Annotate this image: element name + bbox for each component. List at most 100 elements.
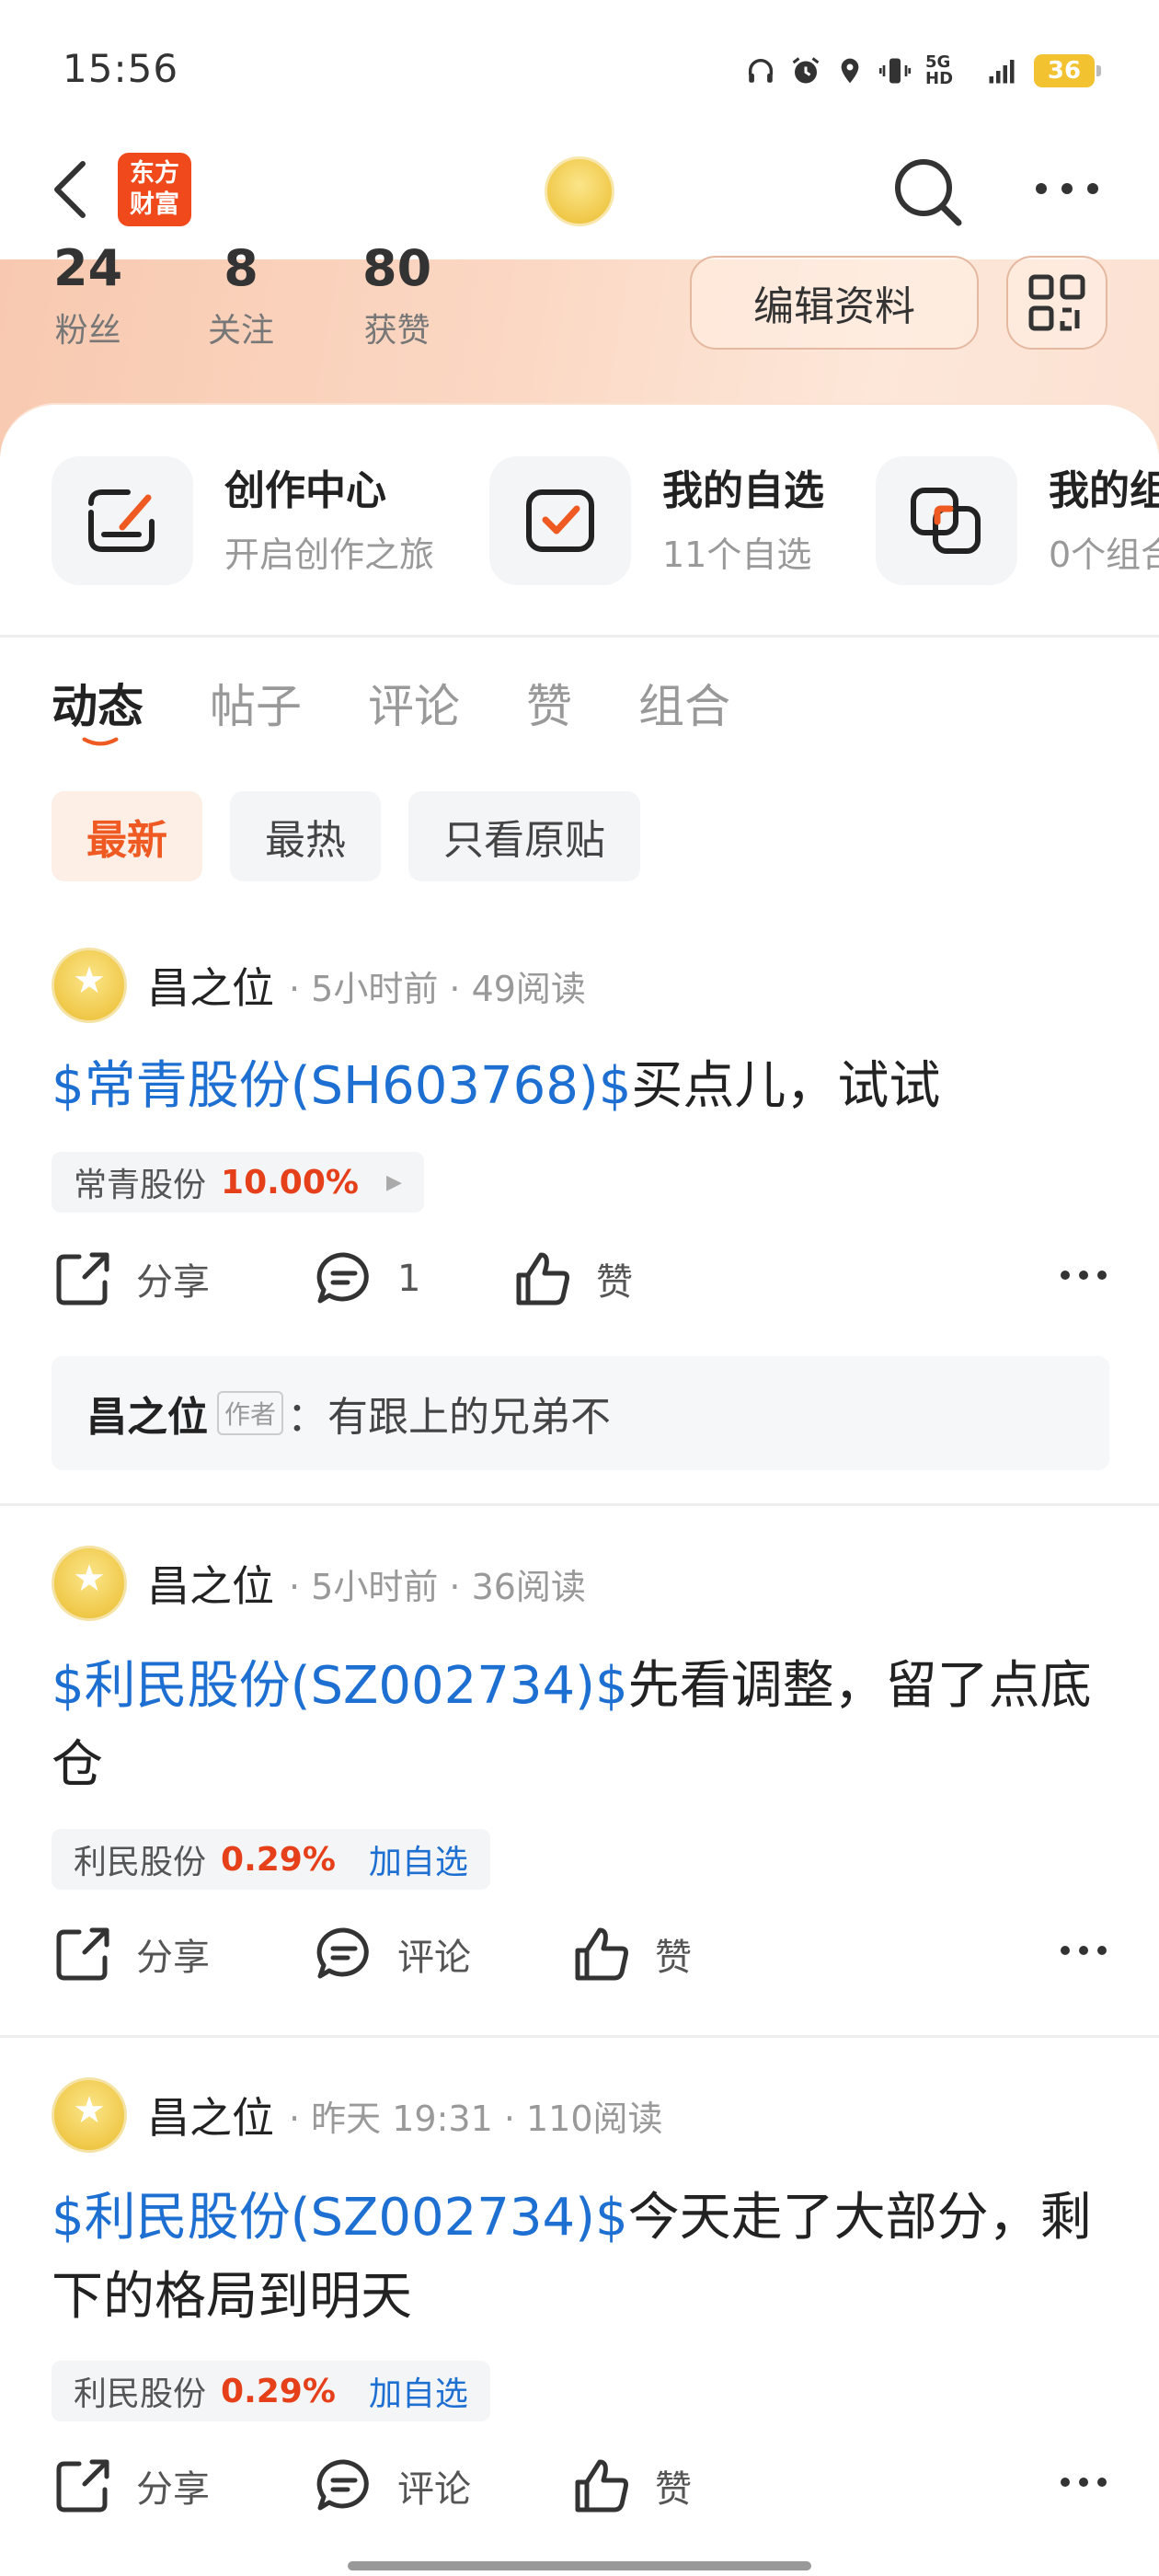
creation-center[interactable]: 创作中心 开启创作之旅 xyxy=(52,456,434,585)
share-label: 分享 xyxy=(136,1937,210,1979)
filter-original-only[interactable]: 只看原贴 xyxy=(408,791,640,881)
home-indicator[interactable] xyxy=(348,2561,811,2570)
author-badge: 作者 xyxy=(217,1391,284,1435)
comment-button[interactable]: 评论 xyxy=(313,1923,471,1985)
more-icon[interactable] xyxy=(1030,166,1104,212)
post-author[interactable]: 昌之位 xyxy=(147,955,274,1016)
comment-button[interactable]: 1 xyxy=(313,1248,420,1310)
tab-comments[interactable]: 评论 xyxy=(368,670,460,736)
comment-icon xyxy=(316,1252,369,1304)
share-button[interactable]: 分享 xyxy=(52,2455,210,2517)
stock-tag[interactable]: 利民股份 0.29% 加自选 xyxy=(52,1829,490,1890)
share-icon xyxy=(56,1252,109,1305)
feature-card: 创作中心 开启创作之旅 我的自选 11个自选 我的组合 0个组合 xyxy=(0,405,1159,635)
tab-likes[interactable]: 赞 xyxy=(526,670,572,736)
post-meta: · 5小时前 · 49阅读 xyxy=(289,968,586,1009)
divider xyxy=(0,2035,1159,2038)
content-tabs: 动态 帖子 评论 赞 组合 xyxy=(52,670,730,736)
post-actions: 分享 评论 赞 xyxy=(52,1923,1109,2006)
tab-posts[interactable]: 帖子 xyxy=(210,670,302,736)
feature-title: 我的组合 xyxy=(1049,466,1159,514)
like-button[interactable]: 赞 xyxy=(570,2455,692,2517)
add-to-watchlist-link[interactable]: 加自选 xyxy=(369,1835,468,1883)
stock-tag[interactable]: 常青股份 10.00% ▶ xyxy=(52,1152,424,1213)
avatar[interactable] xyxy=(545,156,614,226)
more-icon[interactable] xyxy=(1058,1943,1109,1958)
tab-activity[interactable]: 动态 xyxy=(52,670,143,736)
back-icon[interactable] xyxy=(46,156,101,223)
more-icon[interactable] xyxy=(1058,2475,1109,2490)
top-nav: 东方 财富 xyxy=(0,138,1159,259)
edit-profile-button[interactable]: 编辑资料 xyxy=(690,256,979,350)
thumbs-up-icon xyxy=(575,2459,628,2513)
stat-label: 关注 xyxy=(208,312,275,350)
like-label: 赞 xyxy=(655,1937,692,1979)
share-label: 分享 xyxy=(136,1261,210,1304)
share-icon xyxy=(56,1927,109,1981)
like-button[interactable]: 赞 xyxy=(511,1248,633,1310)
stat-following[interactable]: 8 关注 xyxy=(208,241,274,351)
post-meta: · 5小时前 · 36阅读 xyxy=(289,1566,586,1607)
signal-icon xyxy=(989,60,1015,84)
share-button[interactable]: 分享 xyxy=(52,1923,210,1985)
stat-label: 粉丝 xyxy=(54,312,121,350)
like-button[interactable]: 赞 xyxy=(570,1923,692,1985)
logo-text: 财富 xyxy=(130,190,179,219)
comment-icon xyxy=(316,2459,369,2511)
comment-button[interactable]: 评论 xyxy=(313,2455,471,2517)
share-label: 分享 xyxy=(136,2468,210,2511)
stock-link[interactable]: $常青股份(SH603768)$ xyxy=(52,1056,631,1116)
stock-link[interactable]: $利民股份(SZ002734)$ xyxy=(52,1656,628,1716)
post-author[interactable]: 昌之位 xyxy=(147,2085,274,2145)
status-icons: 5G HD 36 xyxy=(745,52,1101,90)
stat-likes[interactable]: 80 获赞 xyxy=(362,241,431,351)
thumbs-up-icon xyxy=(516,1252,569,1305)
app-logo: 东方 财富 xyxy=(118,153,191,226)
logo-text: 东方 xyxy=(130,159,179,188)
stock-tag-change: 0.29% xyxy=(221,1840,336,1879)
divider xyxy=(0,1503,1159,1506)
like-label: 赞 xyxy=(596,1261,633,1304)
more-icon[interactable] xyxy=(1058,1268,1109,1282)
post-content[interactable]: $常青股份(SH603768)$买点儿，试试 xyxy=(52,1047,1109,1126)
avatar[interactable] xyxy=(52,2077,127,2153)
headphones-icon xyxy=(748,59,774,83)
status-bar: 15:56 5G HD 36 xyxy=(0,0,1159,138)
post-content[interactable]: $利民股份(SZ002734)$今天走了大部分，剩下的格局到明天 xyxy=(52,2179,1109,2337)
comment-text: ：有跟上的兄弟不 xyxy=(287,1394,612,1441)
avatar[interactable] xyxy=(52,948,127,1023)
compose-icon xyxy=(88,489,155,552)
comment-author: 昌之位 xyxy=(86,1394,208,1441)
filter-hottest[interactable]: 最热 xyxy=(230,791,381,881)
comment-icon xyxy=(316,1927,369,1979)
qr-code-button[interactable] xyxy=(1006,256,1107,350)
stat-number: 8 xyxy=(224,239,258,297)
location-icon xyxy=(841,58,859,84)
my-portfolio[interactable]: 我的组合 0个组合 xyxy=(876,456,1159,585)
feature-subtitle: 开启创作之旅 xyxy=(224,534,435,575)
status-time: 15:56 xyxy=(63,46,179,91)
tab-portfolio[interactable]: 组合 xyxy=(638,670,730,736)
battery-indicator: 36 xyxy=(1034,54,1101,87)
add-to-watchlist-link[interactable]: 加自选 xyxy=(369,2367,468,2415)
my-watchlist[interactable]: 我的自选 11个自选 xyxy=(489,456,824,585)
vibrate-icon xyxy=(878,58,912,84)
post-actions: 分享 评论 赞 xyxy=(52,2455,1109,2537)
post-author[interactable]: 昌之位 xyxy=(147,1553,274,1614)
avatar[interactable] xyxy=(52,1546,127,1621)
stock-tag[interactable]: 利民股份 0.29% 加自选 xyxy=(52,2361,490,2421)
feature-subtitle: 11个自选 xyxy=(662,534,812,575)
stock-tag-change: 10.00% xyxy=(221,1163,359,1202)
search-icon[interactable] xyxy=(889,153,966,230)
play-arrow-icon: ▶ xyxy=(385,1170,402,1194)
active-tab-indicator xyxy=(82,737,119,746)
stat-number: 24 xyxy=(53,239,123,297)
divider xyxy=(0,635,1159,638)
stock-link[interactable]: $利民股份(SZ002734)$ xyxy=(52,2188,628,2248)
filter-latest[interactable]: 最新 xyxy=(52,791,202,881)
share-button[interactable]: 分享 xyxy=(52,1248,210,1310)
top-comment[interactable]: 昌之位 作者 ：有跟上的兄弟不 xyxy=(52,1356,1109,1470)
stat-fans[interactable]: 24 粉丝 xyxy=(53,241,122,351)
stock-tag-name: 利民股份 xyxy=(74,1844,207,1881)
post-content[interactable]: $利民股份(SZ002734)$先看调整，留了点底仓 xyxy=(52,1647,1109,1805)
